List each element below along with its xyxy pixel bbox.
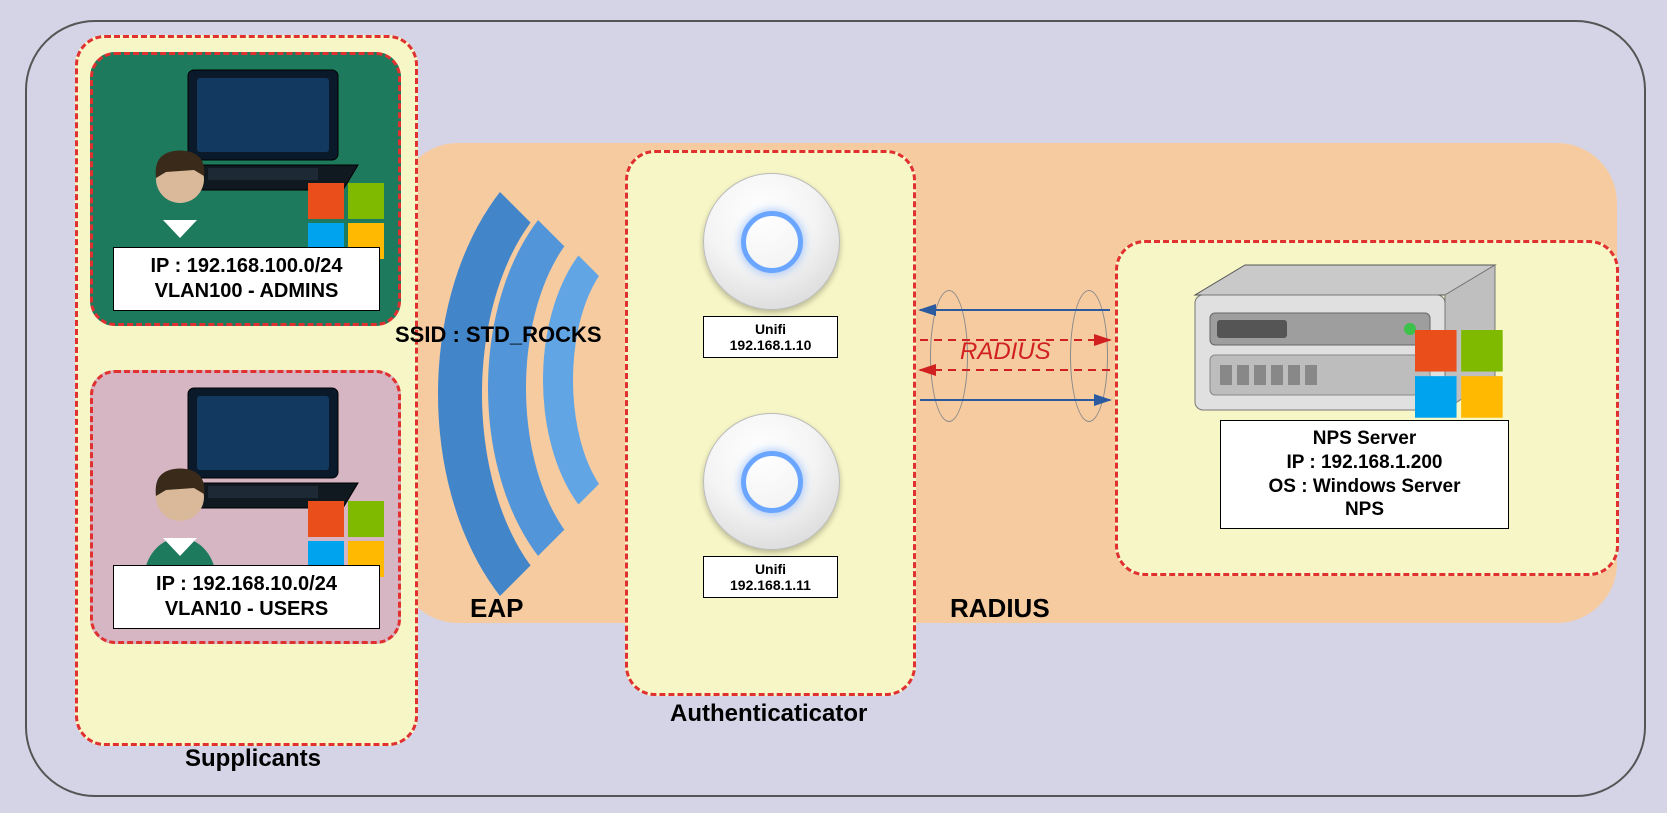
admin-client-info: IP : 192.168.100.0/24 VLAN100 - ADMINS bbox=[113, 247, 380, 311]
ap2-name: Unifi bbox=[710, 561, 831, 577]
ap1-ip: 192.168.1.10 bbox=[710, 337, 831, 353]
radius-zone-label: RADIUS bbox=[950, 593, 1050, 624]
ap-device-icon bbox=[703, 173, 840, 310]
supplicants-label: Supplicants bbox=[185, 745, 321, 773]
access-point-1: Unifi 192.168.1.10 bbox=[703, 173, 838, 358]
server-os: OS : Windows Server bbox=[1227, 475, 1502, 499]
authenticator-group: Unifi 192.168.1.10 Unifi 192.168.1.11 bbox=[625, 150, 916, 696]
diagram-canvas: Supplicants IP : 192.168.100.0/24 VLAN10… bbox=[0, 0, 1667, 813]
authenticator-label: Authenticaticator bbox=[670, 700, 867, 728]
server-info: NPS Server IP : 192.168.1.200 OS : Windo… bbox=[1220, 420, 1509, 529]
user-vlan: VLAN10 - USERS bbox=[124, 597, 369, 622]
ap2-info: Unifi 192.168.1.11 bbox=[703, 556, 838, 598]
user-client-info: IP : 192.168.10.0/24 VLAN10 - USERS bbox=[113, 565, 380, 629]
server-role: NPS bbox=[1227, 498, 1502, 522]
user-ip: IP : 192.168.10.0/24 bbox=[124, 572, 369, 597]
client-user: IP : 192.168.10.0/24 VLAN10 - USERS bbox=[90, 370, 401, 644]
admin-ip: IP : 192.168.100.0/24 bbox=[124, 254, 369, 279]
ap-device-icon bbox=[703, 413, 840, 550]
ap1-info: Unifi 192.168.1.10 bbox=[703, 316, 838, 358]
radius-link bbox=[910, 290, 1120, 420]
ap1-name: Unifi bbox=[710, 321, 831, 337]
ap2-ip: 192.168.1.11 bbox=[710, 577, 831, 593]
client-admin: IP : 192.168.100.0/24 VLAN100 - ADMINS bbox=[90, 52, 401, 326]
windows-logo-icon bbox=[1415, 330, 1505, 420]
server-ip: IP : 192.168.1.200 bbox=[1227, 451, 1502, 475]
access-point-2: Unifi 192.168.1.11 bbox=[703, 413, 838, 598]
admin-vlan: VLAN100 - ADMINS bbox=[124, 279, 369, 304]
server-name: NPS Server bbox=[1227, 427, 1502, 451]
ssid-label: SSID : STD_ROCKS bbox=[395, 322, 602, 348]
